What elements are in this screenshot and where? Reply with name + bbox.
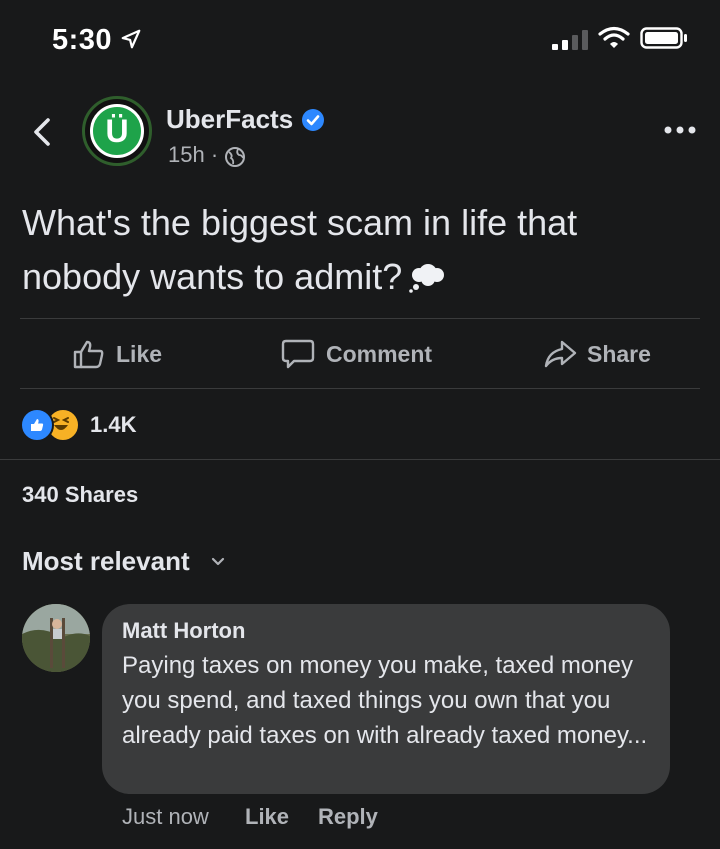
comment-time: Just now bbox=[122, 804, 209, 829]
commenter-avatar[interactable] bbox=[22, 604, 90, 672]
comment-label: Comment bbox=[326, 340, 433, 367]
comment-icon bbox=[281, 339, 315, 369]
status-time: 5:30 bbox=[52, 24, 113, 56]
signal-icon bbox=[552, 30, 588, 50]
battery-icon bbox=[640, 27, 687, 49]
share-label: Share bbox=[587, 340, 651, 367]
avatar-logo: Ü bbox=[90, 104, 144, 158]
chevron-down-icon bbox=[211, 557, 224, 565]
page-name[interactable]: UberFacts bbox=[166, 104, 293, 135]
shares-count[interactable]: 340 Shares bbox=[22, 482, 138, 508]
like-label: Like bbox=[116, 340, 163, 367]
reactions-summary[interactable]: 1.4K bbox=[20, 408, 136, 442]
share-button[interactable]: Share bbox=[543, 334, 651, 374]
thought-bubble-icon bbox=[409, 264, 445, 293]
divider bbox=[20, 318, 700, 319]
like-button[interactable]: Like bbox=[72, 334, 162, 374]
wifi-icon bbox=[598, 26, 630, 48]
comment-button[interactable]: Comment bbox=[280, 334, 432, 374]
comment-reply-button[interactable]: Reply bbox=[318, 804, 378, 830]
sort-dropdown[interactable]: Most relevant bbox=[22, 546, 226, 577]
verified-icon bbox=[302, 109, 324, 131]
post-text-content: What's the biggest scam in life that nob… bbox=[22, 202, 578, 297]
like-reaction-icon bbox=[20, 408, 54, 442]
globe-icon bbox=[225, 147, 245, 167]
reaction-count: 1.4K bbox=[90, 412, 137, 437]
sort-label: Most relevant bbox=[22, 546, 190, 576]
back-button[interactable] bbox=[22, 112, 62, 152]
post-text: What's the biggest scam in life that nob… bbox=[22, 196, 662, 304]
post-time[interactable]: 15h · bbox=[168, 142, 218, 168]
share-icon bbox=[544, 340, 577, 368]
section-divider bbox=[0, 459, 720, 460]
comment-like-button[interactable]: Like bbox=[245, 804, 289, 830]
like-icon bbox=[73, 340, 104, 369]
location-arrow-icon bbox=[121, 29, 141, 49]
comment-text: Paying taxes on money you make, taxed mo… bbox=[122, 652, 648, 749]
comment-author[interactable]: Matt Horton bbox=[122, 618, 245, 644]
more-options-button[interactable] bbox=[660, 120, 700, 140]
divider bbox=[20, 388, 700, 389]
page-avatar[interactable]: Ü bbox=[82, 96, 152, 166]
